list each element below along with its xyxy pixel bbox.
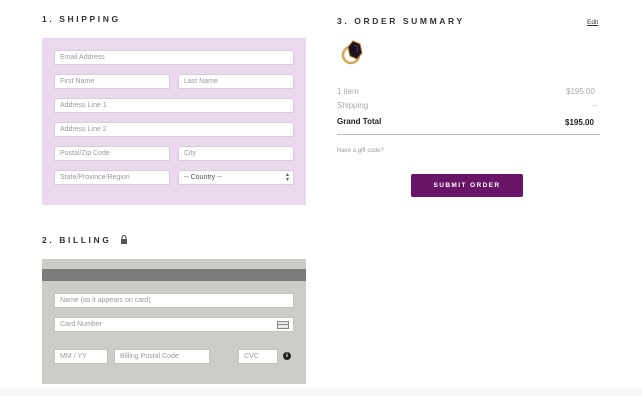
shipping-section-title: 1. SHIPPING [42, 14, 121, 24]
state-field[interactable]: State/Province/Region [54, 170, 170, 185]
address-line-1-field[interactable]: Address Line 1 [54, 98, 294, 113]
page-footer-strip [0, 388, 642, 396]
cvc-field[interactable]: CVC [238, 349, 278, 364]
card-number-field[interactable]: Card Number [54, 317, 294, 332]
shipping-form-panel: Email Address First Name Last Name Addre… [42, 38, 306, 205]
items-subtotal-value: $195.00 [566, 87, 595, 96]
product-thumbnail[interactable] [337, 37, 369, 69]
gift-code-link[interactable]: Have a gift code? [337, 148, 384, 154]
edit-link[interactable]: Edit [587, 19, 598, 26]
items-count-label: 1 item [337, 87, 359, 96]
billing-section-title: 2. BILLING [42, 235, 112, 245]
credit-card-icon [277, 321, 289, 329]
email-field[interactable]: Email Address [54, 50, 294, 65]
address-line-2-field[interactable]: Address Line 2 [54, 122, 294, 137]
lock-icon [121, 235, 127, 244]
postal-code-field[interactable]: Postal/Zip Code [54, 146, 170, 161]
billing-postal-code-field[interactable]: Billing Postal Code [114, 349, 210, 364]
first-name-field[interactable]: First Name [54, 74, 170, 89]
shipping-value: -- [592, 101, 598, 110]
select-arrows-icon: ▴ ▾ [285, 172, 289, 183]
grand-total-label: Grand Total [337, 117, 382, 126]
country-select[interactable]: -- Country -- ▴ ▾ [178, 170, 294, 185]
last-name-field[interactable]: Last Name [178, 74, 294, 89]
submit-order-button[interactable]: SUBMIT ORDER [411, 174, 523, 197]
summary-divider [337, 134, 600, 135]
shipping-label: Shipping [337, 101, 369, 110]
city-field[interactable]: City [178, 146, 294, 161]
cardholder-name-field[interactable]: Name (as it appears on card) [54, 293, 294, 308]
grand-total-value: $195.00 [565, 118, 594, 127]
card-magnetic-stripe [42, 269, 306, 281]
info-icon[interactable]: i [283, 352, 291, 360]
expiry-field[interactable]: MM / YY [54, 349, 108, 364]
order-summary-title: 3. ORDER SUMMARY [337, 16, 465, 26]
billing-card-panel: Name (as it appears on card) Card Number… [42, 259, 306, 384]
